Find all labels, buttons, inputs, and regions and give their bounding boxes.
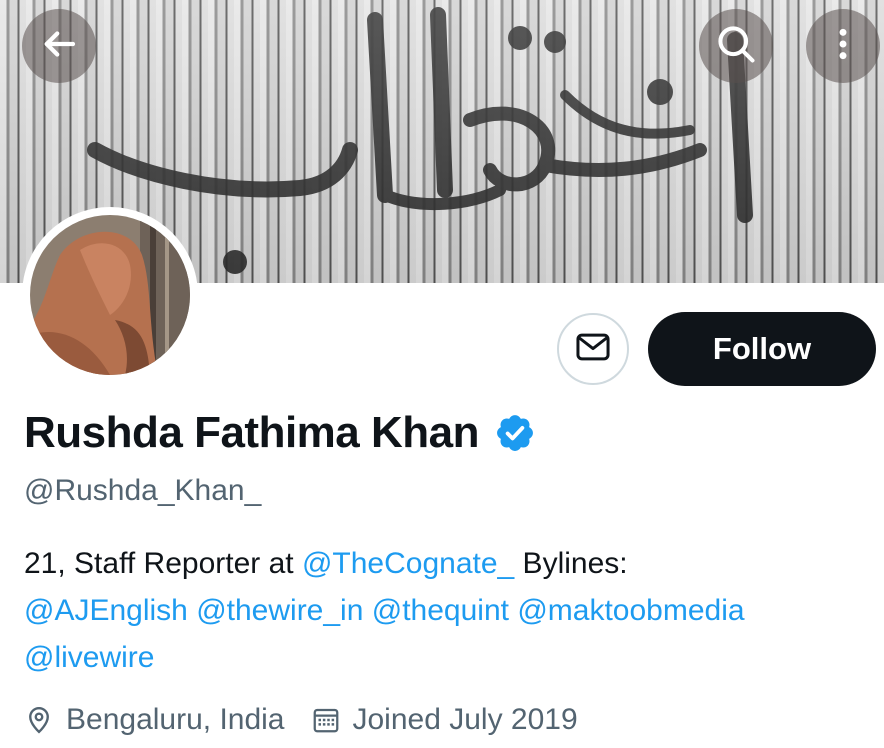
more-vertical-icon	[823, 24, 863, 69]
arrow-left-icon	[38, 23, 80, 70]
search-icon	[714, 22, 758, 71]
mention-link[interactable]: @thewire_in	[196, 594, 363, 627]
message-button[interactable]	[557, 313, 629, 385]
location-text: Bengaluru, India	[66, 703, 285, 736]
bio-line-1: 21, Staff Reporter at @TheCognate_ Bylin…	[24, 540, 864, 587]
envelope-icon	[574, 328, 612, 371]
profile-bio: 21, Staff Reporter at @TheCognate_ Bylin…	[24, 540, 864, 681]
mention-link[interactable]: @livewire	[24, 641, 154, 674]
calendar-icon	[311, 705, 341, 735]
bio-text: Bylines:	[514, 547, 628, 580]
profile-meta: Bengaluru, India Joined July 2019	[24, 703, 578, 737]
avatar-image	[30, 215, 190, 375]
more-button[interactable]	[806, 9, 880, 83]
bio-text: 21, Staff Reporter at	[24, 547, 302, 580]
joined-text: Joined July 2019	[352, 703, 578, 736]
location-item: Bengaluru, India	[24, 703, 285, 737]
mention-link[interactable]: @TheCognate_	[302, 547, 514, 580]
bio-line-3: @livewire	[24, 634, 864, 681]
search-button[interactable]	[699, 9, 773, 83]
verified-badge-icon[interactable]	[493, 411, 537, 455]
mention-link[interactable]: @AJEnglish	[24, 594, 188, 627]
bio-line-2: @AJEnglish @thewire_in @thequint @maktoo…	[24, 587, 864, 634]
joined-item: Joined July 2019	[311, 703, 578, 737]
display-name: Rushda Fathima Khan	[24, 408, 480, 457]
profile-name-row: Rushda Fathima Khan	[24, 408, 537, 458]
back-button[interactable]	[22, 9, 96, 83]
follow-button[interactable]: Follow	[648, 312, 876, 386]
mention-link[interactable]: @thequint	[372, 594, 509, 627]
mention-link[interactable]: @maktoobmedia	[517, 594, 744, 627]
location-pin-icon	[24, 705, 54, 735]
profile-handle: @Rushda_Khan_	[24, 474, 262, 507]
avatar[interactable]	[22, 207, 198, 383]
